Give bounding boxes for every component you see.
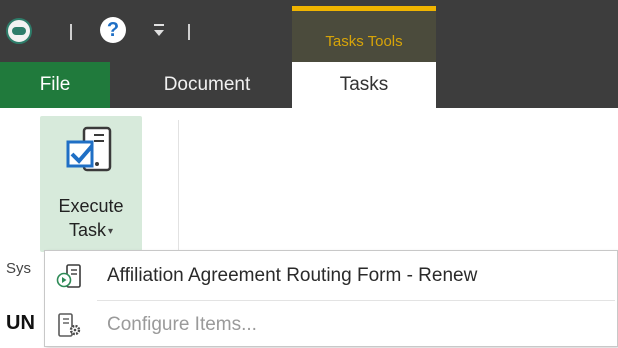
execute-task-label-line1: Execute: [58, 196, 124, 216]
help-icon[interactable]: ?: [100, 17, 126, 43]
qat-separator: [70, 24, 72, 40]
dropdown-caret-icon: ▾: [107, 225, 114, 237]
qat-separator: [188, 24, 190, 40]
ribbon-tab-row: File Document Tasks: [0, 62, 618, 108]
contextual-tab-group: Tasks Tools: [292, 6, 436, 62]
execute-task-button[interactable]: Execute Task ▾: [40, 116, 142, 252]
background-label-sys: Sys: [6, 260, 32, 277]
contextual-group-label: Tasks Tools: [325, 33, 403, 50]
execute-task-dropdown-menu: Affiliation Agreement Routing Form - Ren…: [44, 250, 618, 347]
menu-item-label: Configure Items...: [107, 314, 257, 335]
configure-gear-icon: [58, 313, 81, 337]
menu-separator: [97, 300, 615, 301]
menu-item-affiliation-agreement[interactable]: Affiliation Agreement Routing Form - Ren…: [45, 253, 617, 299]
menu-item-label: Affiliation Agreement Routing Form - Ren…: [107, 265, 478, 286]
execute-task-icon: [66, 126, 112, 172]
customize-quick-access-icon[interactable]: [152, 22, 166, 40]
tab-document[interactable]: Document: [132, 62, 282, 108]
tab-file[interactable]: File: [0, 62, 110, 108]
execute-task-label-line2: Task ▾: [40, 220, 142, 241]
background-label-un: UN: [6, 312, 35, 334]
execute-form-icon: [56, 264, 81, 288]
onbase-app-icon[interactable]: [6, 18, 32, 44]
tab-tasks[interactable]: Tasks: [292, 62, 436, 108]
ribbon-group-divider: [178, 120, 179, 250]
ribbon-panel: Execute Task ▾: [0, 108, 618, 258]
execute-task-label-text: Task: [68, 220, 106, 240]
title-bar: ? Tasks Tools: [0, 0, 618, 62]
menu-item-configure-items[interactable]: Configure Items...: [45, 302, 617, 348]
